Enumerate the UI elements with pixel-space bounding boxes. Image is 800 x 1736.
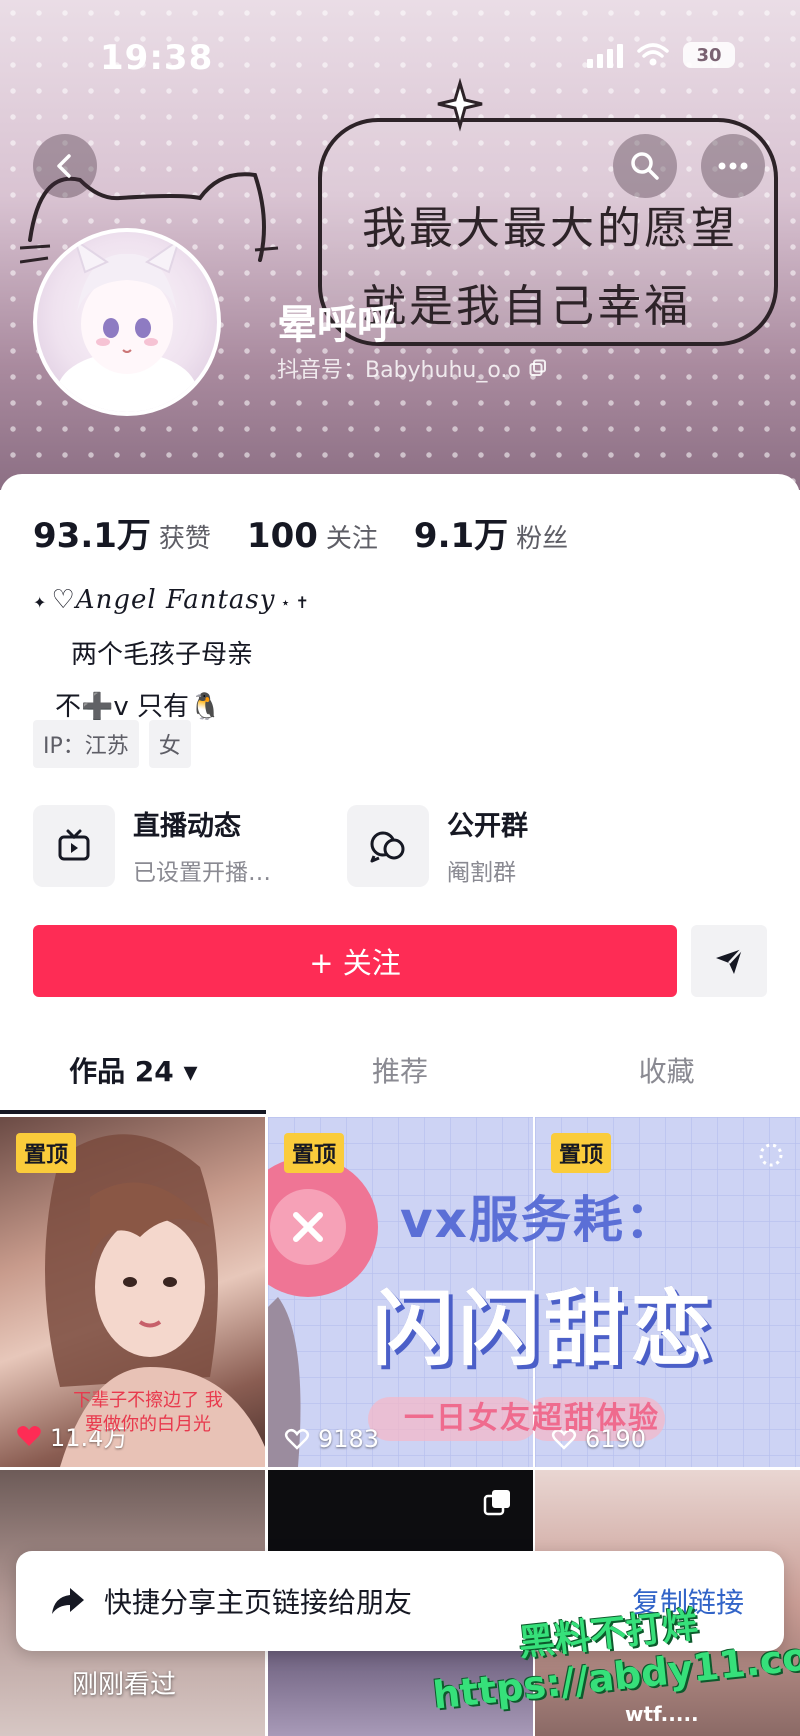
video-caption: 下辈子不擦边了 我要做你的白月光 [73,1390,223,1435]
stat-following[interactable]: 100 关注 [247,516,378,556]
feature-group-title: 公开群 [447,811,528,842]
group-chat-icon [347,804,429,887]
status-bar: 19:38 30 [0,0,800,110]
back-button[interactable] [33,134,97,198]
douyin-id-text: 抖音号：Babyhuhu_o.o [277,358,521,383]
copy-icon[interactable] [529,359,547,377]
stat-following-value: 100 [246,516,318,556]
toast-text: 快捷分享主页链接给朋友 [104,1586,413,1619]
recently-viewed-label: 刚刚看过 [72,1670,177,1700]
stat-followers[interactable]: 9.1万 粉丝 [414,508,568,557]
heart-filled-icon [17,1425,41,1446]
douyin-id[interactable]: 抖音号：Babyhuhu_o.o [277,352,547,384]
avatar-illustration [57,237,197,412]
status-time: 19:38 [100,38,214,78]
feature-public-group[interactable]: 公开群 阉割群 [347,804,528,887]
stat-followers-label: 粉丝 [516,524,569,554]
multi-image-icon [483,1490,510,1516]
pinned-badge: 置顶 [551,1133,612,1173]
tag-ip-location: IP：江苏 [33,720,139,768]
stat-likes-value: 93.1万 [33,516,151,556]
sparkle-icon: ⋆ ✝ [275,593,310,612]
pinned-badge: 置顶 [284,1133,345,1173]
promo-headline: 闪闪甜恋 [372,1282,717,1377]
search-button[interactable] [613,134,677,198]
share-arrow-icon [52,1588,84,1614]
video-likes-count: 9183 [318,1425,380,1453]
tab-favorites[interactable]: 收藏 [533,1042,800,1102]
status-icons: 30 [587,42,735,68]
stat-following-label: 关注 [325,524,378,554]
heart-outline-icon [284,1429,310,1450]
avatar[interactable] [33,228,221,416]
profile-banner: 我最大最大的愿望 就是我自己幸福 19:38 30 晕呼呼 抖音号：Babyhu… [0,0,800,490]
pinned-badge: 置顶 [16,1133,77,1173]
bio-line-2: 两个毛孩子母亲 [71,640,254,670]
feature-live-status[interactable]: 直播动态 已设置开播… [33,804,271,887]
chevron-left-icon [57,154,71,178]
wifi-icon [637,43,669,66]
profile-tabs: 作品 24 ▾ 推荐 收藏 [0,1042,800,1102]
speech-line-2: 就是我自己幸福 [362,281,691,332]
promo-title: vx服务耗： [400,1191,677,1249]
profile-stats: 93.1万 获赞 100 关注 9.1万 粉丝 [33,508,568,557]
speech-bubble-text: 我最大最大的愿望 就是我自己幸福 [362,190,762,346]
send-message-button[interactable] [691,925,767,997]
tab-recommended[interactable]: 推荐 [267,1042,534,1102]
feature-live-subtitle: 已设置开播… [133,860,271,886]
promo-subtitle: 一日女友超甜体验 [404,1401,660,1436]
feature-group-subtitle: 阉割群 [447,860,516,886]
profile-nickname: 晕呼呼 [277,302,397,348]
tv-icon [33,804,115,887]
feature-live-title: 直播动态 [133,811,241,842]
speech-line-1: 我最大最大的愿望 [362,203,738,254]
cellular-signal-icon [587,42,623,68]
sparkle-icon: ✦ [33,593,52,612]
video-likes: 9183 [284,1425,379,1453]
stat-likes[interactable]: 93.1万 获赞 [33,508,211,557]
stat-followers-value: 9.1万 [413,516,509,556]
tag-gender: 女 [148,720,191,768]
more-button[interactable] [701,134,765,198]
search-icon [631,152,659,180]
follow-button[interactable]: + 关注 [33,925,677,997]
video-overlay-text: wtf..... [625,1702,699,1726]
profile-bio: ✦ ♡Angel Fantasy ⋆ ✝ 两个毛孩子母亲 不➕v 只有🐧 [33,574,309,733]
profile-tags: IP：江苏 女 [33,720,191,768]
bio-fancy-text: ♡Angel Fantasy [51,585,276,615]
bio-line-1: ✦ ♡Angel Fantasy ⋆ ✝ [33,574,309,629]
more-dots-icon [718,162,748,170]
send-icon [716,948,743,974]
tab-works[interactable]: 作品 24 ▾ [0,1042,267,1102]
active-tab-indicator [0,1110,266,1114]
battery-indicator: 30 [683,42,735,68]
stat-likes-label: 获赞 [158,524,211,554]
